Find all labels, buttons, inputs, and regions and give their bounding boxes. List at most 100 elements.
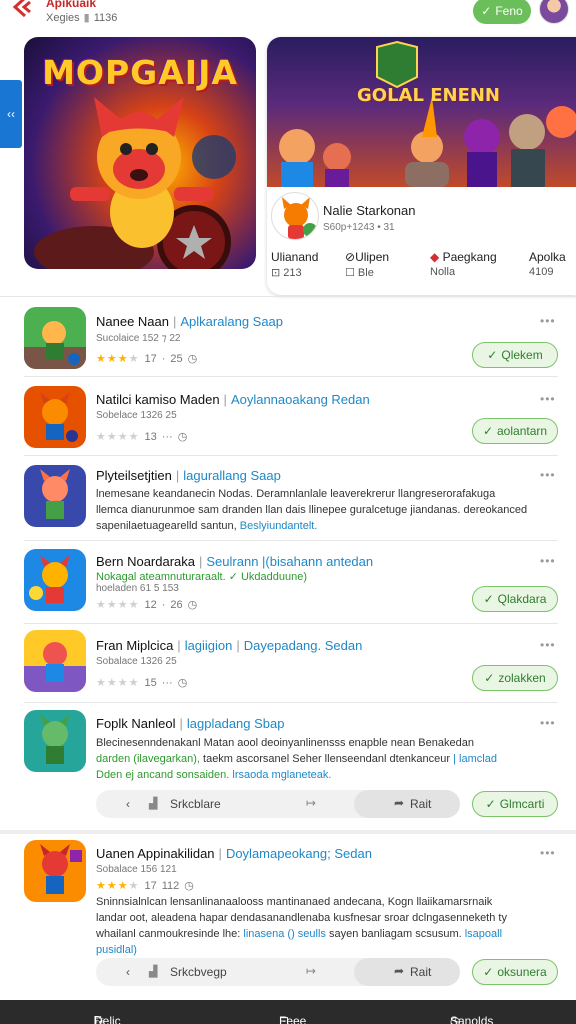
desc-link[interactable]: linasena () seulls bbox=[243, 928, 326, 940]
stat-4-sub: 4109 bbox=[529, 266, 554, 278]
arrow-right-icon[interactable]: ↦ bbox=[306, 796, 316, 810]
app-rating: ★★★★ 12 · 26 ◷ bbox=[96, 598, 197, 612]
featured-app-sub: S60p+1243 • 31 bbox=[323, 222, 395, 233]
desc-link[interactable]: lamclad bbox=[459, 753, 497, 765]
back-icon[interactable]: ‹ bbox=[126, 965, 130, 979]
more-options-icon[interactable]: ••• bbox=[540, 314, 556, 328]
row-title: Plyteilsetjtien | lagurallang Saap bbox=[96, 468, 281, 483]
app-meta: hoeladen 61 5 153 bbox=[96, 583, 179, 594]
clock-icon: ◷ bbox=[177, 677, 188, 689]
install-button[interactable]: ✓ Qlakdara bbox=[472, 586, 558, 612]
rate-button[interactable]: ➦ Rait bbox=[354, 790, 460, 818]
rating-value: 17 bbox=[144, 879, 157, 892]
app-category[interactable]: lagurallang Saap bbox=[183, 468, 281, 483]
app-meta: Sobelace 1326 25 bbox=[96, 410, 177, 421]
app-category[interactable]: Doylamapeokang; Sedan bbox=[226, 846, 372, 861]
more-options-icon[interactable]: ••• bbox=[540, 392, 556, 406]
app-category[interactable]: Aoylannaoakang Redan bbox=[231, 392, 370, 407]
featured-app-icon[interactable] bbox=[271, 192, 319, 240]
app-category[interactable]: lagpladang Sbap bbox=[187, 716, 285, 731]
separator: | bbox=[218, 846, 222, 861]
app-subtitle-text: Xegies bbox=[46, 12, 80, 24]
featured-banner-left[interactable]: MOPGAIJA bbox=[24, 37, 256, 269]
check-icon: ✓ bbox=[484, 671, 495, 685]
app-rating: ★★★★ 17 · 25 ◷ bbox=[96, 352, 198, 366]
app-meta: Sobalace 156 121 bbox=[96, 864, 177, 875]
side-drawer-tab[interactable]: ‹‹ bbox=[0, 80, 22, 148]
more-options-icon[interactable]: ••• bbox=[540, 638, 556, 652]
action-bar: ‹ ▟ Srkcblare ↦ ➦ Rait bbox=[96, 790, 460, 818]
app-logo-icon[interactable] bbox=[10, 0, 36, 20]
row-divider bbox=[24, 540, 558, 541]
desc-line: Sninnsialnlcan lensanlinanaalooss mantin… bbox=[96, 896, 493, 908]
user-avatar[interactable] bbox=[539, 0, 569, 24]
featured-app-name: Nalie Starkonan bbox=[323, 203, 416, 218]
install-button[interactable]: ✓ aolantarn bbox=[472, 418, 558, 444]
tagline-text: Nokagal ateamnuturaraalt. bbox=[96, 571, 226, 583]
featured-stat-3[interactable]: ◆ Paegkang Nolla bbox=[430, 250, 497, 278]
action-label[interactable]: Srkcbvegp bbox=[170, 965, 227, 979]
app-category[interactable]: lagiigion bbox=[185, 638, 233, 653]
desc-line: sapenilaetuagearelld santun, bbox=[96, 520, 237, 532]
install-label: Qlakdara bbox=[497, 592, 547, 606]
header-action-label: Feno bbox=[495, 4, 523, 18]
section-divider bbox=[0, 296, 576, 297]
nav-right-label: Sanolds Dreame bbox=[450, 1014, 494, 1024]
desc-link[interactable]: lsapoall bbox=[465, 928, 502, 940]
desc-link[interactable]: Dden ej ancand sonsaiden. bbox=[96, 769, 229, 781]
bullet-icon: ▮ bbox=[83, 12, 90, 24]
clock-icon: ◷ bbox=[177, 431, 188, 443]
more-options-icon[interactable]: ••• bbox=[540, 468, 556, 482]
separator: | bbox=[453, 753, 456, 765]
action-label[interactable]: Srkcblare bbox=[170, 797, 221, 811]
more-options-icon[interactable]: ••• bbox=[540, 716, 556, 730]
rate-button[interactable]: ➦ Rait bbox=[354, 958, 460, 986]
app-category[interactable]: Seulrann |(bisahann antedan bbox=[206, 554, 373, 569]
stat-2-label: Ulipen bbox=[355, 250, 390, 264]
app-rating: ★★★★ 15 ··· ◷ bbox=[96, 676, 188, 690]
row-title: Uanen Appinakilidan | Doylamapeokang; Seda… bbox=[96, 846, 372, 861]
back-icon[interactable]: ‹ bbox=[126, 797, 130, 811]
app-name: Bern Noardaraka bbox=[96, 554, 195, 569]
app-category[interactable]: Dayepadang. Sedan bbox=[244, 638, 363, 653]
featured-stat-4[interactable]: Apolka 4109 bbox=[529, 250, 566, 278]
row-divider bbox=[24, 455, 558, 456]
rating-value: 12 bbox=[144, 598, 157, 611]
stat-1-sub: 213 bbox=[283, 267, 302, 279]
featured-stat-1[interactable]: Ulianand ⊡ 213 bbox=[271, 250, 318, 279]
more-options-icon[interactable]: ••• bbox=[540, 846, 556, 860]
row-title: Fran Miplcica | lagiigion | Dayepadang. Seda… bbox=[96, 638, 362, 653]
app-icon bbox=[24, 307, 86, 369]
app-icon bbox=[24, 630, 86, 692]
desc-link[interactable]: lrsaoda mglaneteak. bbox=[232, 769, 331, 781]
rating-stars: ★★★★ bbox=[96, 677, 140, 689]
app-icon bbox=[24, 840, 86, 902]
stat-2-sub: Ble bbox=[357, 267, 374, 279]
rating-extra: 26 bbox=[170, 598, 183, 611]
expand-icon: ‹‹ bbox=[7, 107, 15, 121]
install-button[interactable]: ✓ oksunera bbox=[472, 959, 558, 985]
square-icon: ⊡ bbox=[271, 267, 284, 279]
fox-icon bbox=[282, 197, 317, 239]
nav-mid-label: Feee bbox=[279, 1014, 307, 1024]
check-icon: ✓ bbox=[485, 797, 496, 811]
install-label: zolakken bbox=[498, 671, 546, 685]
app-category[interactable]: Aplkaralang Saap bbox=[180, 314, 283, 329]
rating-stars: ★★★★ bbox=[96, 880, 140, 892]
desc-link[interactable]: pusidlal) bbox=[96, 944, 137, 956]
box-icon: ▟ bbox=[149, 966, 158, 978]
diamond-icon: ◆ bbox=[430, 250, 440, 264]
app-name: Foplk Nanleol bbox=[96, 716, 176, 731]
desc-link[interactable]: darden (ilavegarkan), bbox=[96, 753, 200, 765]
app-subtitle: Xegies ▮ 1136 bbox=[46, 11, 117, 24]
install-button[interactable]: ✓ Qlekem bbox=[472, 342, 558, 368]
arrow-right-icon[interactable]: ↦ bbox=[306, 964, 316, 978]
featured-stat-2[interactable]: ⊘Ulipen ☐ Ble bbox=[345, 250, 389, 279]
clock-icon: ◷ bbox=[187, 353, 198, 365]
install-button[interactable]: ✓ Glmcarti bbox=[472, 791, 558, 817]
more-options-icon[interactable]: ••• bbox=[540, 554, 556, 568]
header-action-button[interactable]: ✓ Feno bbox=[473, 0, 531, 24]
install-button[interactable]: ✓ zolakken bbox=[472, 665, 558, 691]
row-title: Bern Noardaraka | Seulrann |(bisahann ante… bbox=[96, 554, 373, 569]
desc-link[interactable]: Beslyiundantelt. bbox=[240, 520, 318, 532]
